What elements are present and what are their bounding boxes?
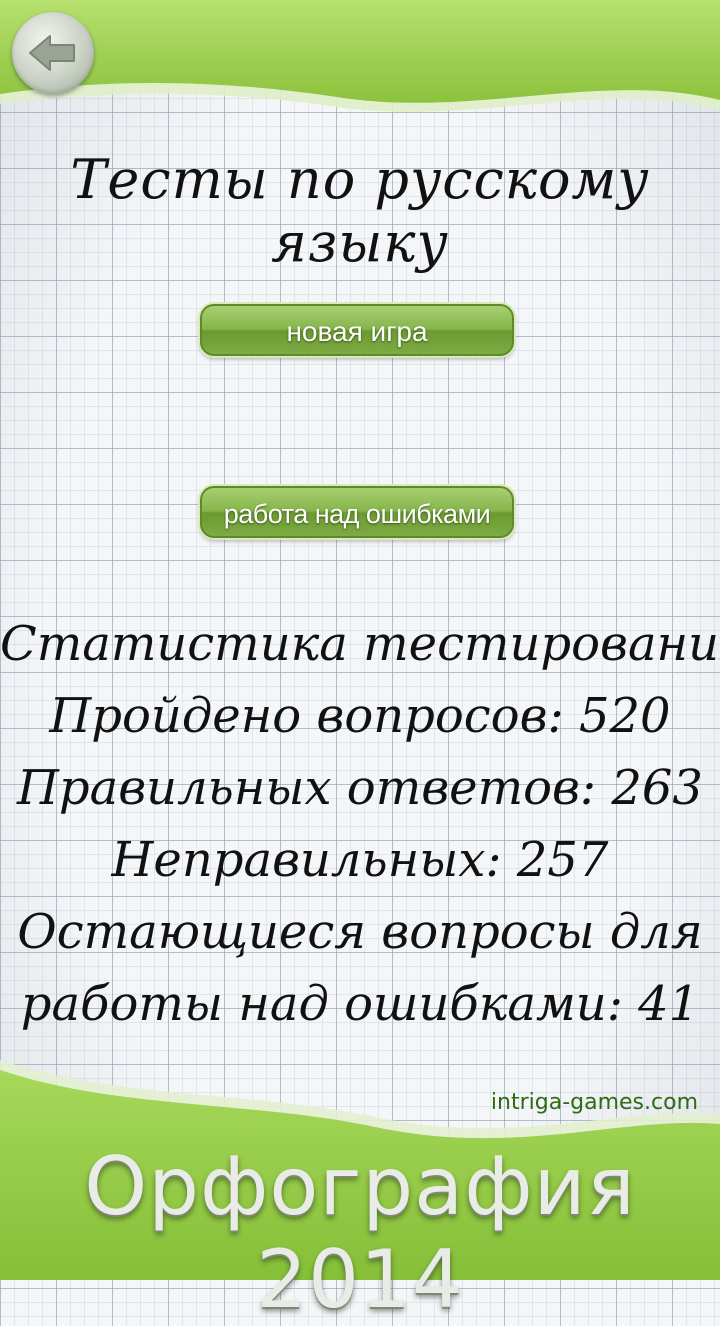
remaining-questions-text: Остающиеся вопросы для: [17, 904, 703, 960]
statistics-panel: Статистика тестирования Пройдено вопросо…: [0, 608, 720, 1040]
page-title: Тесты по русскому языку: [70, 148, 650, 274]
incorrect-answers-text: Неправильных: 257: [111, 832, 609, 888]
questions-passed-text: Пройдено вопросов: 520: [49, 688, 671, 744]
statistics-heading: Статистика тестирования: [0, 616, 720, 672]
back-button[interactable]: [12, 12, 94, 94]
website-link[interactable]: intriga-games.com: [491, 1090, 698, 1115]
app-title: Орфография 2014: [84, 1140, 636, 1326]
remaining-questions-text-2: работы над ошибками: 41: [20, 976, 700, 1032]
top-bar: [0, 0, 720, 112]
new-game-button[interactable]: новая игра: [200, 304, 514, 356]
error-review-button[interactable]: работа над ошибками: [200, 486, 514, 538]
back-arrow-icon: [29, 35, 75, 71]
correct-answers-text: Правильных ответов: 263: [17, 760, 703, 816]
